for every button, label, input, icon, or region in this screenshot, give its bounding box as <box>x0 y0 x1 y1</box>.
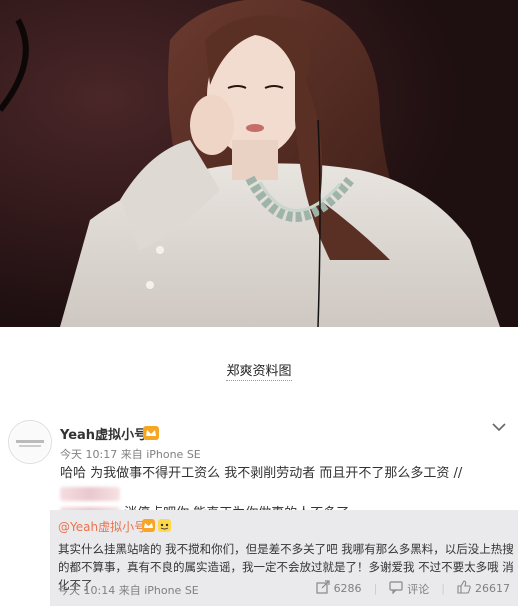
share-count: 6286 <box>333 582 362 595</box>
avatar[interactable] <box>8 420 52 464</box>
repost-badges <box>142 517 172 536</box>
like-button[interactable]: 26617 <box>457 580 510 597</box>
chevron-down-icon[interactable] <box>492 420 506 436</box>
action-bar: 6286 | 评论 | 26617 <box>315 580 510 597</box>
share-icon <box>315 580 330 597</box>
comment-button[interactable]: 评论 <box>389 580 429 597</box>
comment-icon <box>389 580 403 597</box>
repost-footer: 今天 10:14 来自 iPhone SE 6286 | 评论 | 26617 <box>50 578 518 600</box>
post-meta: 今天 10:17 来自 iPhone SE <box>60 448 201 461</box>
profile-photo <box>0 0 518 327</box>
post-username[interactable]: Yeah虚拟小号 <box>60 424 147 443</box>
repost-username[interactable]: @Yeah虚拟小号 <box>58 518 146 535</box>
repost-meta: 今天 10:14 来自 iPhone SE <box>58 584 199 597</box>
blurred-mention <box>60 486 120 501</box>
vip-crown-icon <box>143 425 159 440</box>
caption-text: 郑爽资料图 <box>226 364 292 381</box>
comment-label: 评论 <box>407 582 430 596</box>
post-text-line1: 哈哈 为我做事不得开工资么 我不剥削劳动者 而且开不了那么多工资 // <box>60 466 463 481</box>
like-icon <box>457 580 471 597</box>
like-count: 26617 <box>475 582 510 595</box>
share-button[interactable]: 6286 <box>315 580 362 597</box>
image-caption: 郑爽资料图 <box>0 360 518 381</box>
